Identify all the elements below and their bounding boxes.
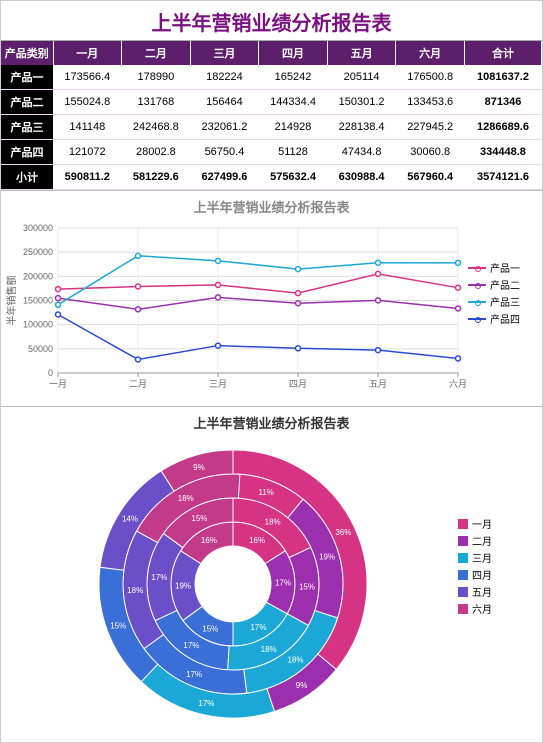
legend-m6: 六月 (472, 601, 492, 616)
row-total: 3574121.6 (464, 165, 541, 190)
cell: 155024.8 (53, 90, 122, 115)
svg-text:四月: 四月 (289, 379, 307, 389)
col-header: 合计 (464, 41, 541, 65)
svg-text:半年销售额: 半年销售额 (5, 276, 18, 326)
donut-chart-title: 上半年营销业绩分析报告表 (3, 413, 540, 432)
cell: 56750.4 (190, 140, 259, 165)
svg-text:300000: 300000 (23, 223, 53, 233)
cell: 28002.8 (122, 140, 191, 165)
line-chart-block: 上半年营销业绩分析报告表 0 50000 100000 150000 200000 250… (1, 190, 542, 406)
svg-text:六月: 六月 (449, 378, 467, 389)
row-total: 334448.8 (464, 140, 541, 165)
cell: 165242 (259, 65, 328, 90)
row-header: 产品二 (1, 90, 53, 115)
row-header: 产品一 (1, 65, 53, 90)
donut-chart: 16%17%17%15%19%16%18%15%18%17%17%15%11%1… (3, 434, 458, 734)
cell: 30060.8 (396, 140, 465, 165)
line-legend: 产品一 产品二 产品三 产品四 (468, 218, 524, 328)
data-table: 产品类别一月二月三月四月五月六月合计 产品一173566.41789901822… (1, 41, 542, 190)
svg-text:五月: 五月 (369, 379, 387, 389)
row-header: 产品三 (1, 115, 53, 140)
cell: 630988.4 (327, 165, 396, 190)
cell: 575632.4 (259, 165, 328, 190)
cell: 176500.8 (396, 65, 465, 90)
svg-text:50000: 50000 (28, 344, 53, 354)
donut-legend: 一月 二月 三月 四月 五月 六月 (458, 434, 500, 618)
page-title: 上半年营销业绩分析报告表 (1, 1, 542, 41)
cell: 121072 (53, 140, 122, 165)
cell: 51128 (259, 140, 328, 165)
cell: 205114 (327, 65, 396, 90)
legend-m4: 四月 (472, 567, 492, 582)
cell: 581229.6 (122, 165, 191, 190)
svg-text:0: 0 (48, 368, 53, 378)
cell: 173566.4 (53, 65, 122, 90)
cell: 150301.2 (327, 90, 396, 115)
legend-m2: 二月 (472, 533, 492, 548)
cell: 590811.2 (53, 165, 122, 190)
svg-text:一月: 一月 (49, 379, 67, 389)
cell: 133453.6 (396, 90, 465, 115)
cell: 178990 (122, 65, 191, 90)
legend-m3: 三月 (472, 550, 492, 565)
cell: 156464 (190, 90, 259, 115)
legend-item-p2: 产品二 (490, 277, 520, 292)
col-header: 产品类别 (1, 41, 53, 65)
svg-text:200000: 200000 (23, 271, 53, 281)
col-header: 四月 (259, 41, 328, 65)
legend-m1: 一月 (472, 516, 492, 531)
line-chart: 0 50000 100000 150000 200000 250000 300000 一月 二月… (3, 218, 468, 398)
cell: 144334.4 (259, 90, 328, 115)
cell: 228138.4 (327, 115, 396, 140)
row-total: 1286689.6 (464, 115, 541, 140)
cell: 47434.8 (327, 140, 396, 165)
col-header: 二月 (122, 41, 191, 65)
col-header: 六月 (396, 41, 465, 65)
cell: 141148 (53, 115, 122, 140)
legend-item-p4: 产品四 (490, 311, 520, 326)
donut-chart-block: 上半年营销业绩分析报告表 16%17%17%15%19%16%18%15%18%… (1, 406, 542, 742)
svg-text:三月: 三月 (209, 379, 227, 389)
cell: 182224 (190, 65, 259, 90)
row-total: 871346 (464, 90, 541, 115)
row-total: 1081637.2 (464, 65, 541, 90)
svg-text:二月: 二月 (129, 379, 147, 389)
col-header: 五月 (327, 41, 396, 65)
line-chart-title: 上半年营销业绩分析报告表 (3, 197, 540, 216)
row-header: 小计 (1, 165, 53, 190)
svg-text:150000: 150000 (23, 296, 53, 306)
cell: 242468.8 (122, 115, 191, 140)
row-header: 产品四 (1, 140, 53, 165)
cell: 232061.2 (190, 115, 259, 140)
legend-item-p1: 产品一 (490, 260, 520, 275)
svg-text:100000: 100000 (23, 320, 53, 330)
cell: 227945.2 (396, 115, 465, 140)
cell: 567960.4 (396, 165, 465, 190)
legend-item-p3: 产品三 (490, 294, 520, 309)
col-header: 三月 (190, 41, 259, 65)
svg-text:250000: 250000 (23, 247, 53, 257)
cell: 131768 (122, 90, 191, 115)
col-header: 一月 (53, 41, 122, 65)
cell: 214928 (259, 115, 328, 140)
legend-m5: 五月 (472, 584, 492, 599)
cell: 627499.6 (190, 165, 259, 190)
